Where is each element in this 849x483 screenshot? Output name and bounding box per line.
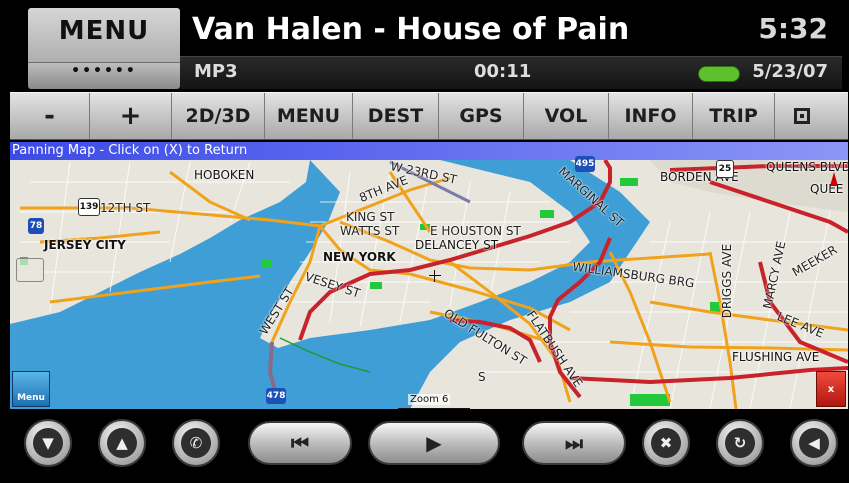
phone-icon: ✆: [181, 428, 211, 458]
elapsed-time: 00:11: [474, 61, 532, 82]
trip-button[interactable]: TRIP: [693, 93, 775, 139]
interstate-shield-icon: 78: [28, 218, 44, 234]
park: [540, 210, 554, 218]
date: 5/23/07: [752, 61, 828, 82]
zoom-level: Zoom 6: [408, 394, 451, 405]
compass-icon: [830, 172, 838, 186]
shuffle-button[interactable]: ✖: [642, 419, 690, 467]
route-shield-icon: 25: [716, 160, 734, 178]
menu-label: MENU: [58, 16, 150, 46]
song-title: Van Halen - House of Pain: [192, 12, 630, 47]
park: [710, 302, 720, 312]
play-button[interactable]: ▶: [368, 421, 500, 465]
map-banner: Panning Map - Click on (X) to Return: [10, 142, 848, 160]
map-label: KING ST: [346, 210, 395, 224]
main-menu-button[interactable]: MENU ••••••: [28, 8, 180, 89]
previous-track-button[interactable]: ⏮: [248, 421, 352, 465]
info-button[interactable]: INFO: [609, 93, 693, 139]
menu-dots-button[interactable]: ••••••: [28, 62, 180, 89]
nav-toolbar: - + 2D/3D MENU DEST GPS VOL INFO TRIP: [10, 92, 848, 140]
map-label: HOBOKEN: [194, 168, 255, 182]
map-menu-button[interactable]: Menu: [12, 371, 50, 407]
now-playing-bar: Van Halen - House of Pain 5:32: [180, 8, 842, 56]
map-label: NEW YORK: [323, 250, 396, 264]
window-toggle-button[interactable]: [775, 93, 828, 139]
media-format: MP3: [194, 61, 238, 82]
chevron-down-icon: ▼: [33, 428, 63, 458]
map-label: JERSEY CITY: [44, 238, 126, 252]
map-label: E HOUSTON ST: [430, 224, 521, 238]
window-icon: [793, 108, 810, 124]
chevron-up-icon: ▲: [107, 428, 137, 458]
park: [262, 260, 272, 268]
back-button[interactable]: ◀: [790, 419, 838, 467]
next-track-button[interactable]: ⏭: [522, 421, 626, 465]
zoom-out-button[interactable]: -: [10, 93, 90, 139]
map-label: FLUSHING AVE: [732, 350, 820, 364]
scroll-down-button[interactable]: ▼: [24, 419, 72, 467]
map-label: DELANCEY ST: [415, 238, 499, 252]
park: [630, 394, 670, 406]
2d-3d-button[interactable]: 2D/3D: [172, 93, 265, 139]
map-overlay-tab[interactable]: [16, 258, 44, 282]
map-label: S: [478, 370, 486, 384]
media-info-bar: MP3 00:11 5/23/07: [180, 56, 842, 89]
status-indicator-icon: [698, 66, 740, 82]
clock: 5:32: [758, 12, 828, 45]
crosshair-icon: [429, 270, 441, 282]
navigation-map[interactable]: Panning Map - Click on (X) to Return HOB…: [10, 142, 848, 409]
back-arrow-icon: ◀: [799, 428, 829, 458]
destination-button[interactable]: DEST: [353, 93, 439, 139]
volume-button[interactable]: VOL: [524, 93, 609, 139]
shuffle-icon: ✖: [651, 428, 681, 458]
previous-track-icon: ⏮: [291, 431, 309, 455]
zoom-scale: Zoom 6: [398, 394, 470, 409]
map-close-button[interactable]: x: [816, 371, 846, 407]
map-label: WATTS ST: [340, 224, 400, 238]
repeat-icon: ↻: [725, 428, 755, 458]
media-controls: ▼ ▲ ✆ ⏮ ▶ ⏭ ✖ ↻ ◀: [10, 412, 848, 476]
map-label: QUEE: [810, 182, 844, 196]
park: [620, 178, 638, 186]
zoom-in-button[interactable]: +: [90, 93, 172, 139]
gps-button[interactable]: GPS: [439, 93, 524, 139]
phone-button[interactable]: ✆: [172, 419, 220, 467]
scroll-up-button[interactable]: ▲: [98, 419, 146, 467]
park: [370, 282, 382, 289]
play-icon: ▶: [426, 431, 442, 455]
nav-menu-button[interactable]: MENU: [265, 93, 353, 139]
next-track-icon: ⏭: [565, 431, 583, 455]
route-shield-icon: 139: [78, 198, 100, 216]
interstate-shield-icon: 495: [575, 156, 595, 172]
interstate-shield-icon: 478: [266, 388, 286, 404]
repeat-button[interactable]: ↻: [716, 419, 764, 467]
map-label: DRIGGS AVE: [720, 243, 735, 319]
map-label: 12TH ST: [100, 201, 151, 215]
